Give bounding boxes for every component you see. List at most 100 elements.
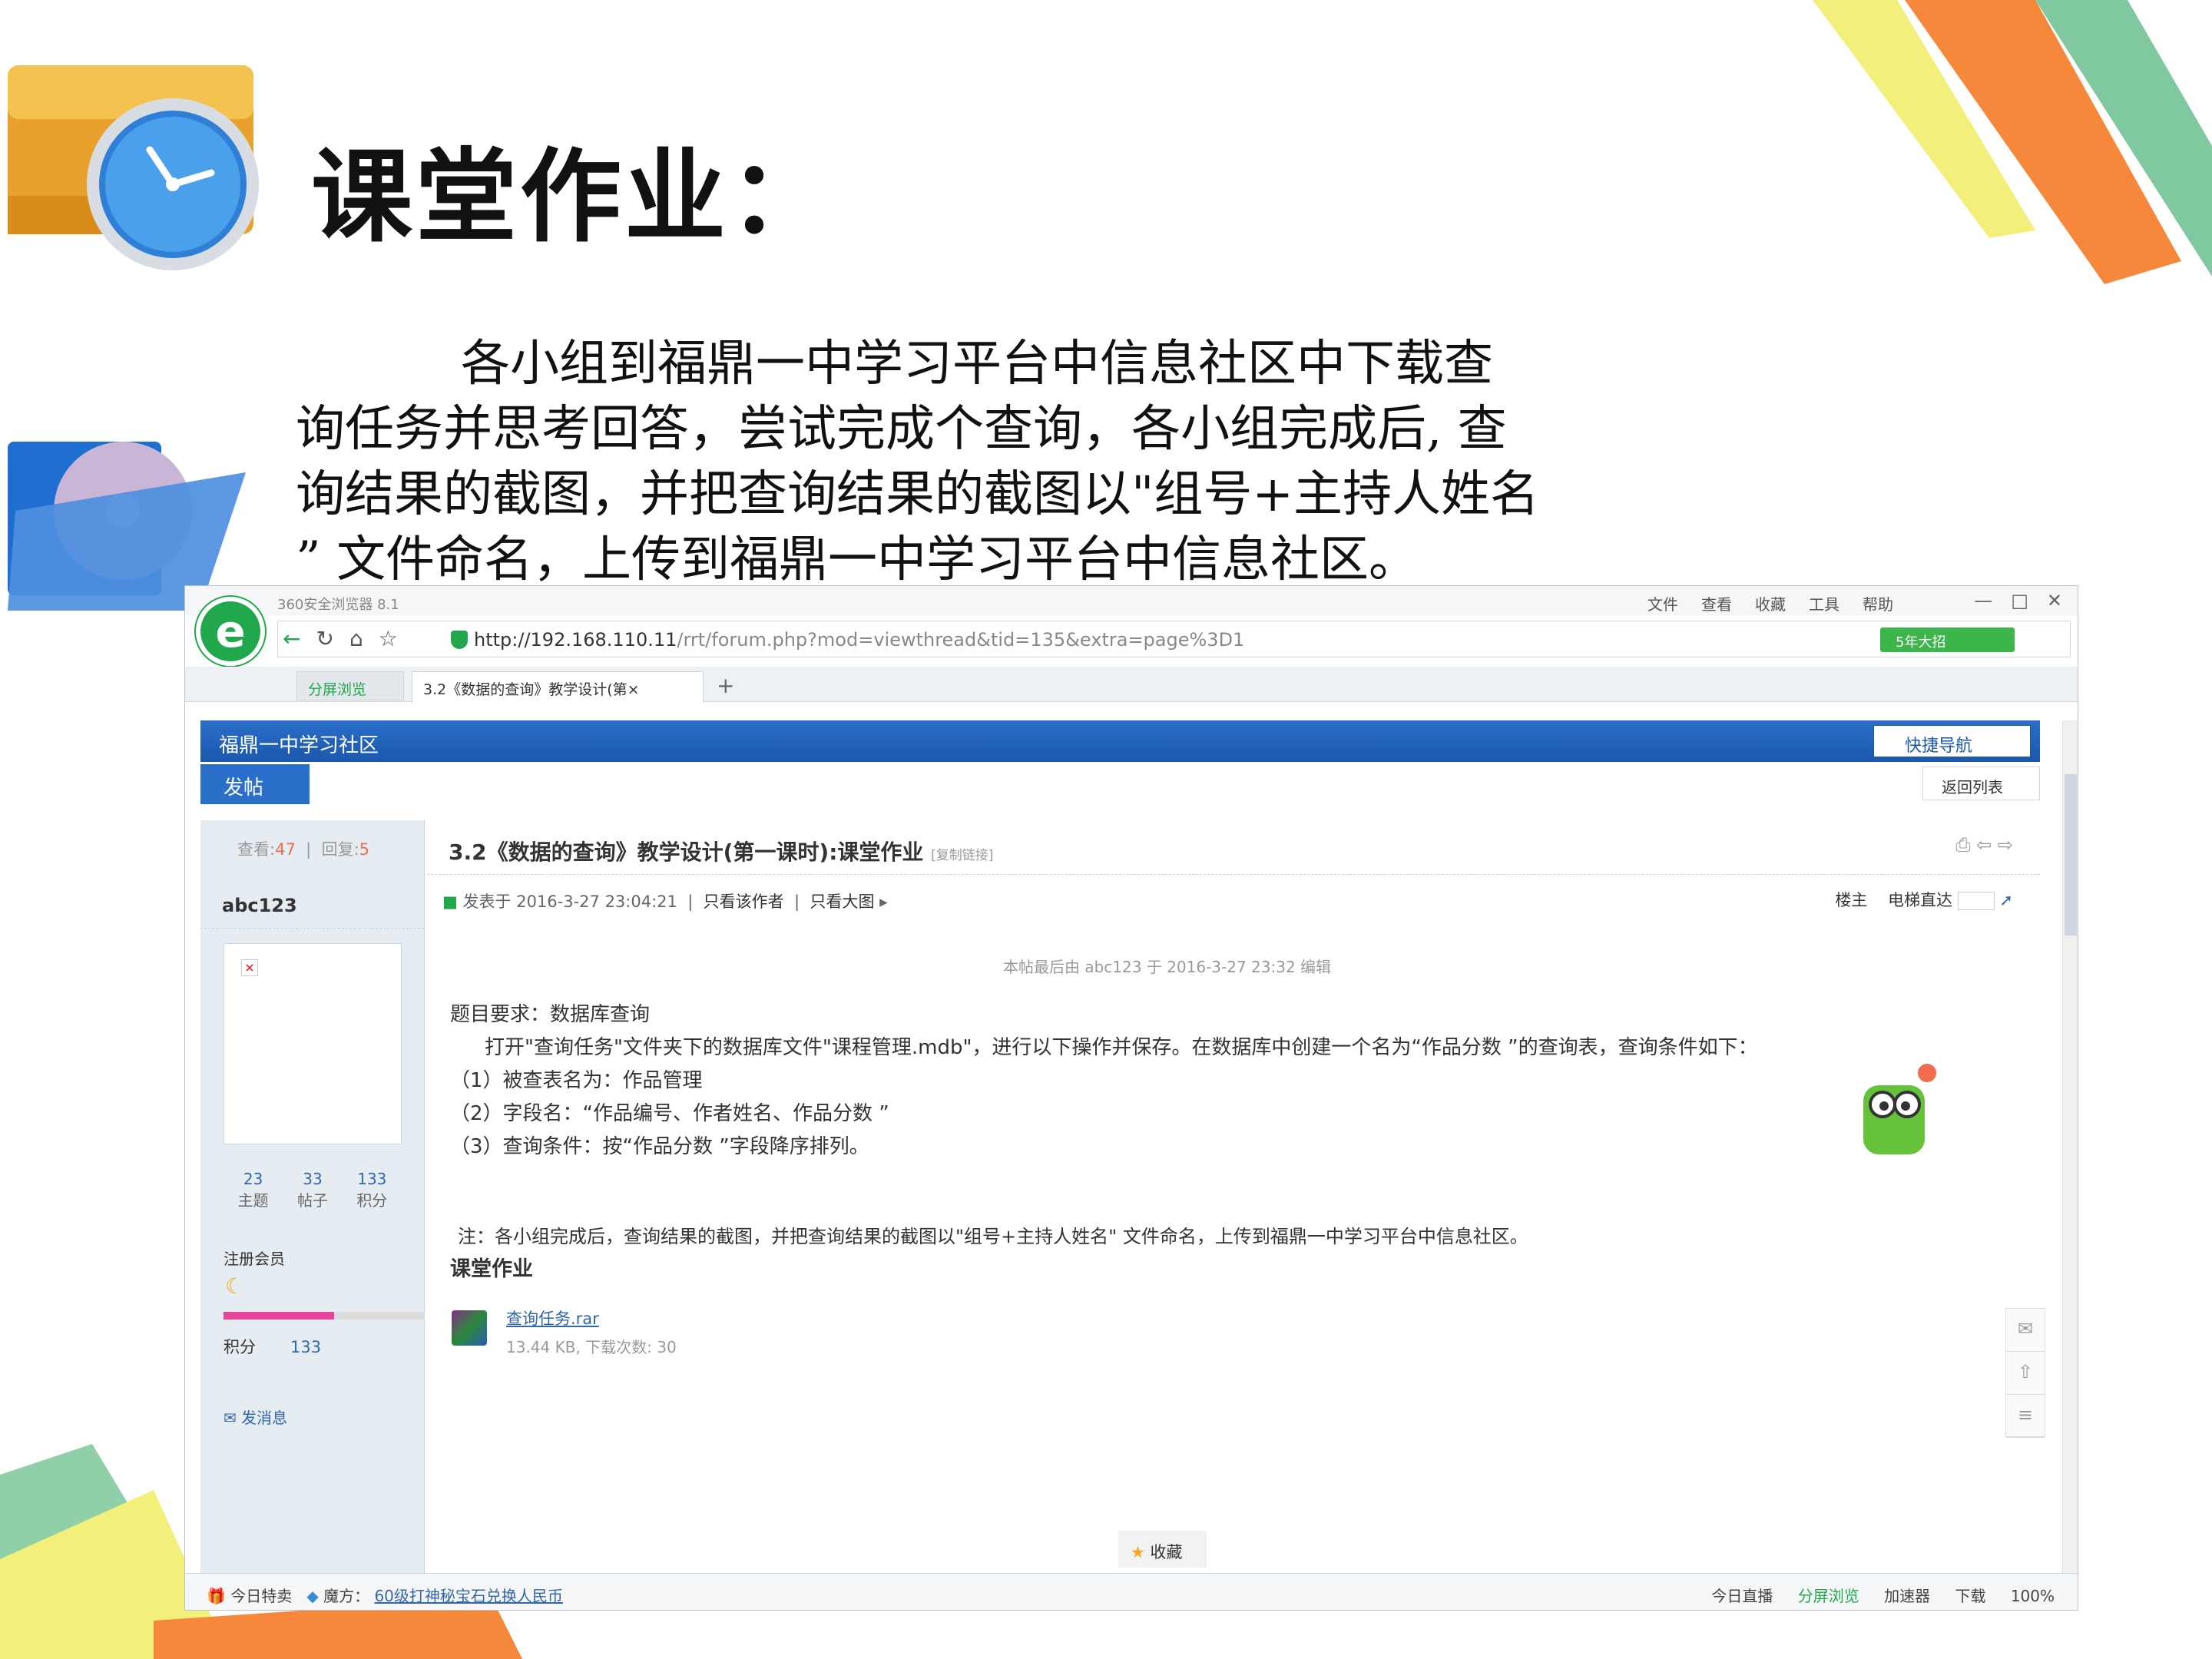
- replies-count: 5: [359, 840, 370, 859]
- print-prev-next-icons[interactable]: ⎙ ⇦ ⇨: [1955, 834, 2013, 856]
- status-accelerator[interactable]: 加速器: [1884, 1587, 1930, 1605]
- rar-archive-icon: [452, 1310, 487, 1346]
- post-note: 注：各小组完成后，查询结果的截图，并把查询结果的截图以"组号+主持人姓名" 文件…: [458, 1226, 1528, 1247]
- elevator-input[interactable]: [1957, 892, 1995, 910]
- views-count: 47: [275, 840, 296, 859]
- tab-split-view[interactable]: 分屏浏览: [296, 671, 404, 700]
- status-right: 今日直播 分屏浏览 加速器 下载 100%: [1691, 1584, 2055, 1606]
- scroll-thumb[interactable]: [2065, 774, 2077, 935]
- go-arrow-icon[interactable]: ➚: [1999, 891, 2013, 909]
- menu-file[interactable]: 文件: [1647, 592, 1678, 614]
- side-toolbar: ✉ ⇧ ≡: [2005, 1308, 2045, 1438]
- status-download[interactable]: 下载: [1955, 1587, 1985, 1605]
- points-row: 积分 133: [224, 1335, 321, 1358]
- body-line: ” 文件命名，上传到福鼎一中学习平台中信息社区。: [296, 531, 1419, 585]
- only-author-link[interactable]: 只看该作者: [704, 892, 784, 911]
- status-split[interactable]: 分屏浏览: [1798, 1587, 1859, 1605]
- tab-thread[interactable]: 3.2《数据的查询》教学设计(第×: [412, 671, 704, 703]
- status-left: 🎁 今日特卖 ◆ 魔方： 60级打神秘宝石兑换人民币: [207, 1584, 563, 1606]
- only-big-image-link[interactable]: 只看大图: [810, 892, 874, 911]
- favorite-label: 收藏: [1150, 1543, 1183, 1561]
- floor-owner: 楼主: [1835, 891, 1868, 909]
- counter-value: 23: [243, 1170, 263, 1188]
- counter-points[interactable]: 133 积分: [356, 1170, 387, 1210]
- status-bar: 🎁 今日特卖 ◆ 魔方： 60级打神秘宝石兑换人民币 今日直播 分屏浏览 加速器…: [185, 1573, 2078, 1610]
- status-live[interactable]: 今日直播: [1711, 1587, 1773, 1605]
- browser-window: 360安全浏览器 8.1 文件 查看 收藏 工具 帮助 — □ ✕ e ← ↻ …: [184, 585, 2078, 1611]
- author-username[interactable]: abc123: [222, 895, 297, 916]
- new-post-button[interactable]: 发帖: [200, 764, 310, 804]
- back-to-list-button[interactable]: 返回列表: [1922, 767, 2040, 800]
- body-line: 询任务并思考回答，尝试完成个查询，各小组完成后, 查: [296, 401, 1507, 458]
- post-meta: ■ 发表于 2016-3-27 23:04:21 | 只看该作者 | 只看大图 …: [442, 892, 888, 911]
- edit-note: 本帖最后由 abc123 于 2016-3-27 23:32 编辑: [1003, 958, 1332, 976]
- close-button[interactable]: ✕: [2047, 590, 2062, 611]
- counter-value: 133: [357, 1170, 387, 1188]
- attachment-link[interactable]: 查询任务.rar: [506, 1306, 599, 1330]
- body-line: 询结果的截图，并把查询结果的截图以"组号+主持人姓名: [296, 466, 1540, 523]
- mascot-icon[interactable]: [1852, 1062, 1936, 1162]
- counter-label: 主题: [237, 1191, 269, 1210]
- slide-title: 课堂作业：: [311, 137, 833, 257]
- browser-app-name: 360安全浏览器 8.1: [277, 597, 399, 613]
- menu-view[interactable]: 查看: [1701, 592, 1732, 614]
- post-line: 打开"查询任务"文件夹下的数据库文件"课程管理.mdb"，进行以下操作并保存。在…: [485, 1036, 1758, 1059]
- send-message-link[interactable]: ✉ 发消息: [224, 1406, 287, 1428]
- maximize-button[interactable]: □: [2011, 590, 2028, 611]
- home-icon[interactable]: ⌂: [349, 626, 363, 651]
- promo-link[interactable]: 60级打神秘宝石兑换人民币: [374, 1587, 562, 1605]
- post-line: 题目要求：数据库查询: [450, 1003, 651, 1026]
- forum-name[interactable]: 福鼎一中学习社区: [219, 730, 379, 758]
- tab-bar: 分屏浏览 3.2《数据的查询》教学设计(第× +: [185, 667, 2078, 703]
- minimize-button[interactable]: —: [1974, 590, 1992, 611]
- thread-title-text: 3.2《数据的查询》教学设计(第一课时):课堂作业: [449, 839, 924, 865]
- post-line: （1）被查表名为：作品管理: [450, 1069, 703, 1092]
- star-icon: ★: [1131, 1543, 1145, 1561]
- shield-icon: [451, 631, 468, 649]
- nav-buttons: ← ↻ ⌂ ☆: [283, 626, 398, 651]
- title-bar: 360安全浏览器 8.1 文件 查看 收藏 工具 帮助 — □ ✕: [185, 586, 2078, 615]
- window-controls: — □ ✕: [1974, 590, 2062, 611]
- posted-at: 发表于 2016-3-27 23:04:21: [462, 892, 677, 911]
- menu-tools[interactable]: 工具: [1809, 592, 1839, 614]
- slide: 课堂作业： 各小组到福鼎一中学习平台中信息社区中下载查 询任务并思考回答，尝试完…: [0, 0, 2212, 1659]
- favorite-button[interactable]: ★ 收藏: [1118, 1531, 1207, 1568]
- attachment-info: 13.44 KB, 下载次数: 30: [506, 1338, 677, 1356]
- address-bar: ← ↻ ⌂ ☆ http://192.168.110.11/rrt/forum.…: [277, 621, 2071, 657]
- section-title: 课堂作业: [450, 1257, 533, 1281]
- back-to-top-icon[interactable]: ⇧: [2006, 1352, 2045, 1395]
- clock-folder-icon: [8, 65, 259, 270]
- replies-label: 回复:: [321, 840, 359, 859]
- url-host: http://192.168.110.11: [474, 629, 677, 651]
- points-label: 积分: [224, 1338, 256, 1356]
- back-arrow-icon[interactable]: ←: [283, 626, 300, 651]
- floor-info: 楼主 电梯直达 ➚: [1835, 888, 2013, 911]
- counter-posts[interactable]: 33 帖子: [297, 1170, 328, 1210]
- counter-value: 33: [303, 1170, 323, 1188]
- refresh-icon[interactable]: ↻: [316, 626, 333, 651]
- moon-level-icon: ☾: [225, 1273, 245, 1299]
- today-sale-link[interactable]: 今日特卖: [230, 1587, 292, 1605]
- send-message-label: 发消息: [241, 1409, 288, 1427]
- divider: [200, 928, 424, 929]
- quick-nav-button[interactable]: 快捷导航: [1873, 725, 2031, 757]
- menu-favorites[interactable]: 收藏: [1755, 592, 1786, 614]
- divider: [427, 874, 2040, 875]
- avatar[interactable]: ×: [224, 943, 402, 1144]
- new-tab-icon[interactable]: +: [717, 673, 734, 698]
- star-icon[interactable]: ☆: [379, 626, 398, 651]
- speed-up-button[interactable]: 5年大招: [1880, 628, 2015, 652]
- comment-icon[interactable]: ✉: [2006, 1309, 2045, 1352]
- counter-topics[interactable]: 23 主题: [238, 1170, 269, 1210]
- forum-header: 福鼎一中学习社区 快捷导航: [200, 720, 2040, 762]
- menu-help[interactable]: 帮助: [1863, 592, 1893, 614]
- copy-link[interactable]: [复制链接]: [931, 848, 993, 863]
- list-icon[interactable]: ≡: [2006, 1395, 2045, 1438]
- post-line: （3）查询条件：按“作品分数 ”字段降序排列。: [450, 1135, 869, 1158]
- url-path: /rrt/forum.php?mod=viewthread&tid=135&ex…: [677, 629, 1245, 651]
- url-input[interactable]: http://192.168.110.11/rrt/forum.php?mod=…: [474, 629, 1244, 651]
- browser-logo-icon[interactable]: e: [196, 597, 265, 666]
- status-zoom[interactable]: 100%: [2011, 1587, 2055, 1605]
- vertical-scrollbar[interactable]: [2062, 720, 2078, 1588]
- menu-bar: 文件 查看 收藏 工具 帮助: [1647, 592, 1893, 614]
